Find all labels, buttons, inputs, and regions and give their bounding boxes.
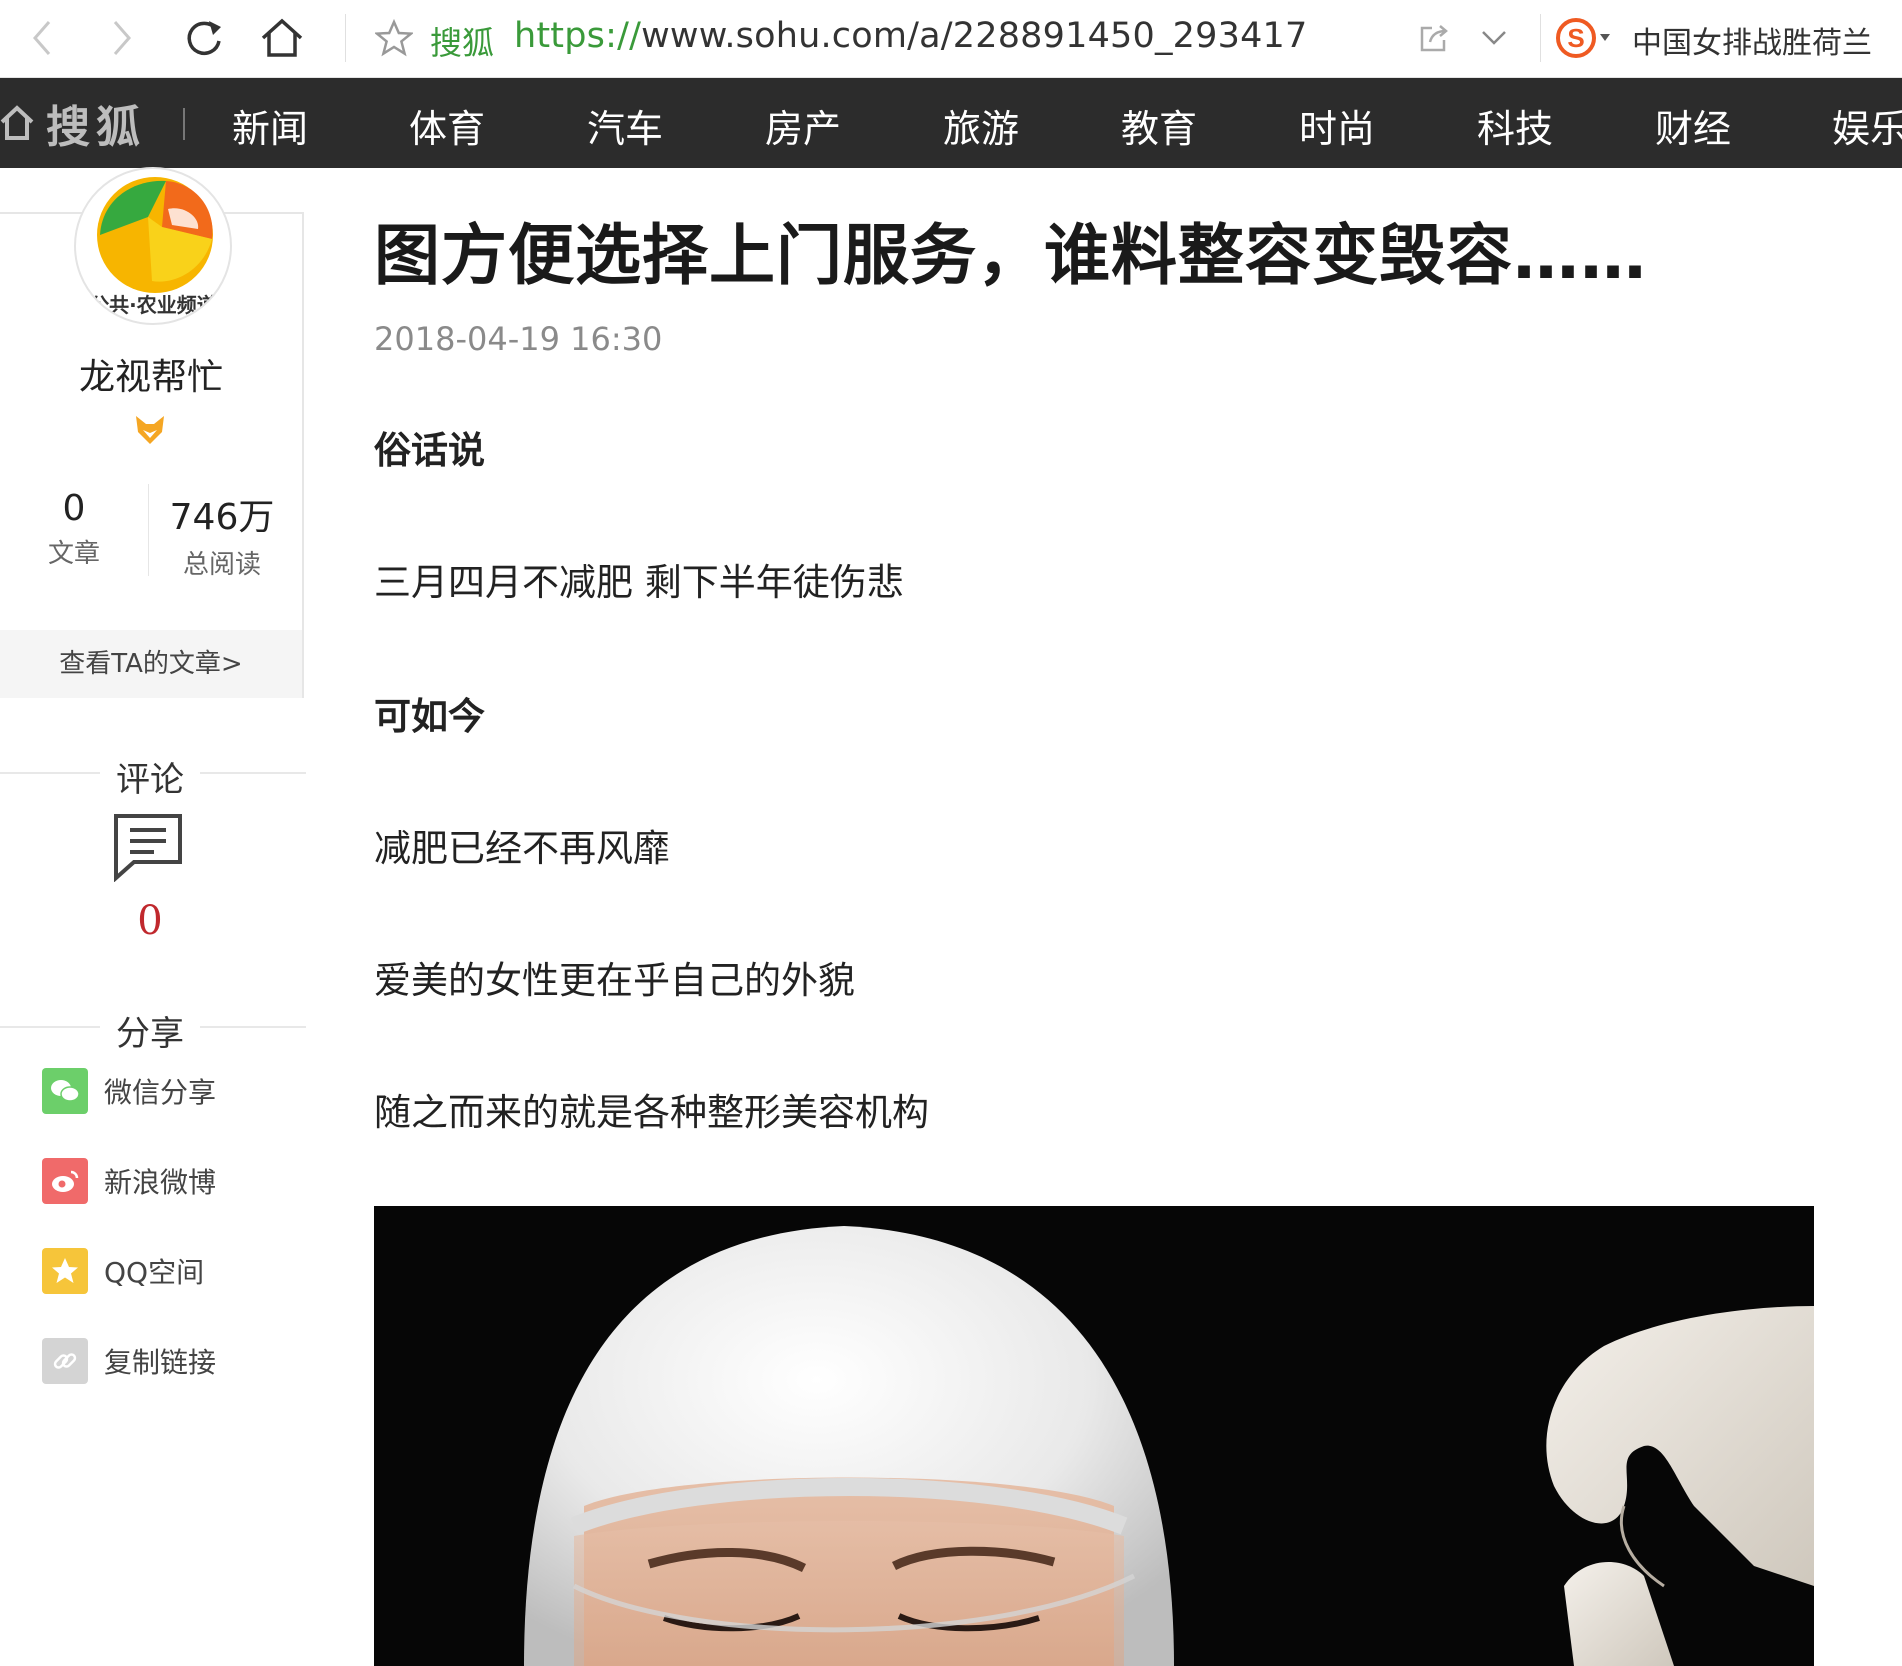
- home-icon: [0, 105, 34, 140]
- article-date: 2018-04-19 16:30: [374, 320, 663, 358]
- share-copy-link-label: 复制链接: [104, 1346, 217, 1379]
- stat-reads: 746万 总阅读: [160, 488, 284, 581]
- article-title: 图方便选择上门服务，谁料整容变毁容……: [374, 217, 1647, 294]
- nav-item-tech[interactable]: 科技: [1477, 98, 1553, 153]
- author-name[interactable]: 龙视帮忙: [0, 348, 302, 400]
- nav-item-entertainment[interactable]: 娱乐: [1832, 98, 1902, 153]
- share-qzone-label: QQ空间: [104, 1256, 205, 1289]
- article-paragraph: 爱美的女性更在乎自己的外貌: [374, 959, 855, 1002]
- url-protocol: https://: [514, 16, 642, 56]
- article-paragraph: 三月四月不减肥 剩下半年徒伤悲: [374, 561, 904, 604]
- articles-label: 文章: [47, 539, 100, 569]
- nav-item-travel[interactable]: 旅游: [943, 98, 1019, 153]
- comments-heading-text: 评论: [116, 760, 184, 800]
- nav-item-news[interactable]: 新闻: [232, 98, 308, 153]
- share-weibo-label: 新浪微博: [104, 1166, 217, 1199]
- view-articles-link[interactable]: 查看TA的文章>: [0, 630, 302, 698]
- share-page-icon[interactable]: [1410, 14, 1458, 62]
- comment-icon[interactable]: [112, 812, 184, 882]
- svg-text:S: S: [1567, 23, 1584, 53]
- comment-count[interactable]: 0: [0, 898, 300, 944]
- avatar-channel-text: 公共·农业频道: [89, 293, 217, 317]
- home-icon[interactable]: [258, 14, 306, 62]
- nav-item-sports[interactable]: 体育: [409, 98, 485, 153]
- reads-label: 总阅读: [182, 550, 261, 580]
- share-heading-text: 分享: [116, 1014, 184, 1054]
- weibo-icon: [42, 1158, 88, 1204]
- fox-badge-icon: [136, 416, 164, 444]
- address-site-name: 搜狐: [430, 24, 495, 62]
- avatar[interactable]: 公共·农业频道: [74, 167, 232, 325]
- nav-item-education[interactable]: 教育: [1121, 98, 1197, 153]
- nav-item-fashion[interactable]: 时尚: [1299, 98, 1375, 153]
- browser-toolbar: 搜狐 https://www.sohu.com/a/228891450_2934…: [0, 0, 1902, 78]
- wechat-icon: [42, 1068, 88, 1114]
- link-icon: [42, 1338, 88, 1384]
- article-image: [374, 1206, 1814, 1666]
- share-weibo-button[interactable]: 新浪微博: [42, 1158, 216, 1204]
- reads-count: 746万: [169, 497, 275, 538]
- articles-count: 0: [62, 488, 86, 529]
- share-copy-link-button[interactable]: 复制链接: [42, 1338, 216, 1384]
- refresh-icon[interactable]: [180, 14, 228, 62]
- back-icon[interactable]: [18, 14, 66, 62]
- article-paragraph: 随之而来的就是各种整形美容机构: [374, 1091, 929, 1134]
- bandaged-face-image: [524, 1226, 1814, 1666]
- nav-item-auto[interactable]: 汽车: [587, 98, 663, 153]
- qzone-icon: [42, 1248, 88, 1294]
- article-paragraph: 俗话说: [374, 429, 485, 472]
- logo-text: 搜狐: [46, 102, 146, 153]
- stat-articles: 0 文章: [18, 488, 130, 570]
- search-box[interactable]: 中国女排战胜荷兰: [1632, 18, 1872, 62]
- nav-item-realestate[interactable]: 房产: [765, 98, 841, 153]
- article-paragraph: 可如今: [374, 695, 485, 738]
- address-bar[interactable]: https://www.sohu.com/a/228891450_293417: [514, 16, 1308, 56]
- share-qzone-button[interactable]: QQ空间: [42, 1248, 204, 1294]
- sohu-logo[interactable]: 搜狐: [0, 100, 146, 153]
- share-wechat-button[interactable]: 微信分享: [42, 1068, 216, 1114]
- nav-item-finance[interactable]: 财经: [1655, 98, 1731, 153]
- article-paragraph: 减肥已经不再风靡: [374, 827, 670, 870]
- chevron-down-icon[interactable]: [1470, 14, 1518, 62]
- share-heading: 分享: [0, 1006, 306, 1054]
- share-wechat-label: 微信分享: [104, 1076, 217, 1109]
- site-nav: 搜狐 新闻 体育 汽车 房产 旅游 教育 时尚 科技 财经 娱乐: [0, 78, 1902, 168]
- search-engine-icon[interactable]: S: [1552, 14, 1616, 62]
- forward-icon[interactable]: [98, 14, 146, 62]
- url-path: www.sohu.com/a/228891450_293417: [641, 16, 1308, 56]
- comments-heading: 评论: [0, 752, 306, 800]
- bookmark-star-icon[interactable]: [370, 14, 418, 62]
